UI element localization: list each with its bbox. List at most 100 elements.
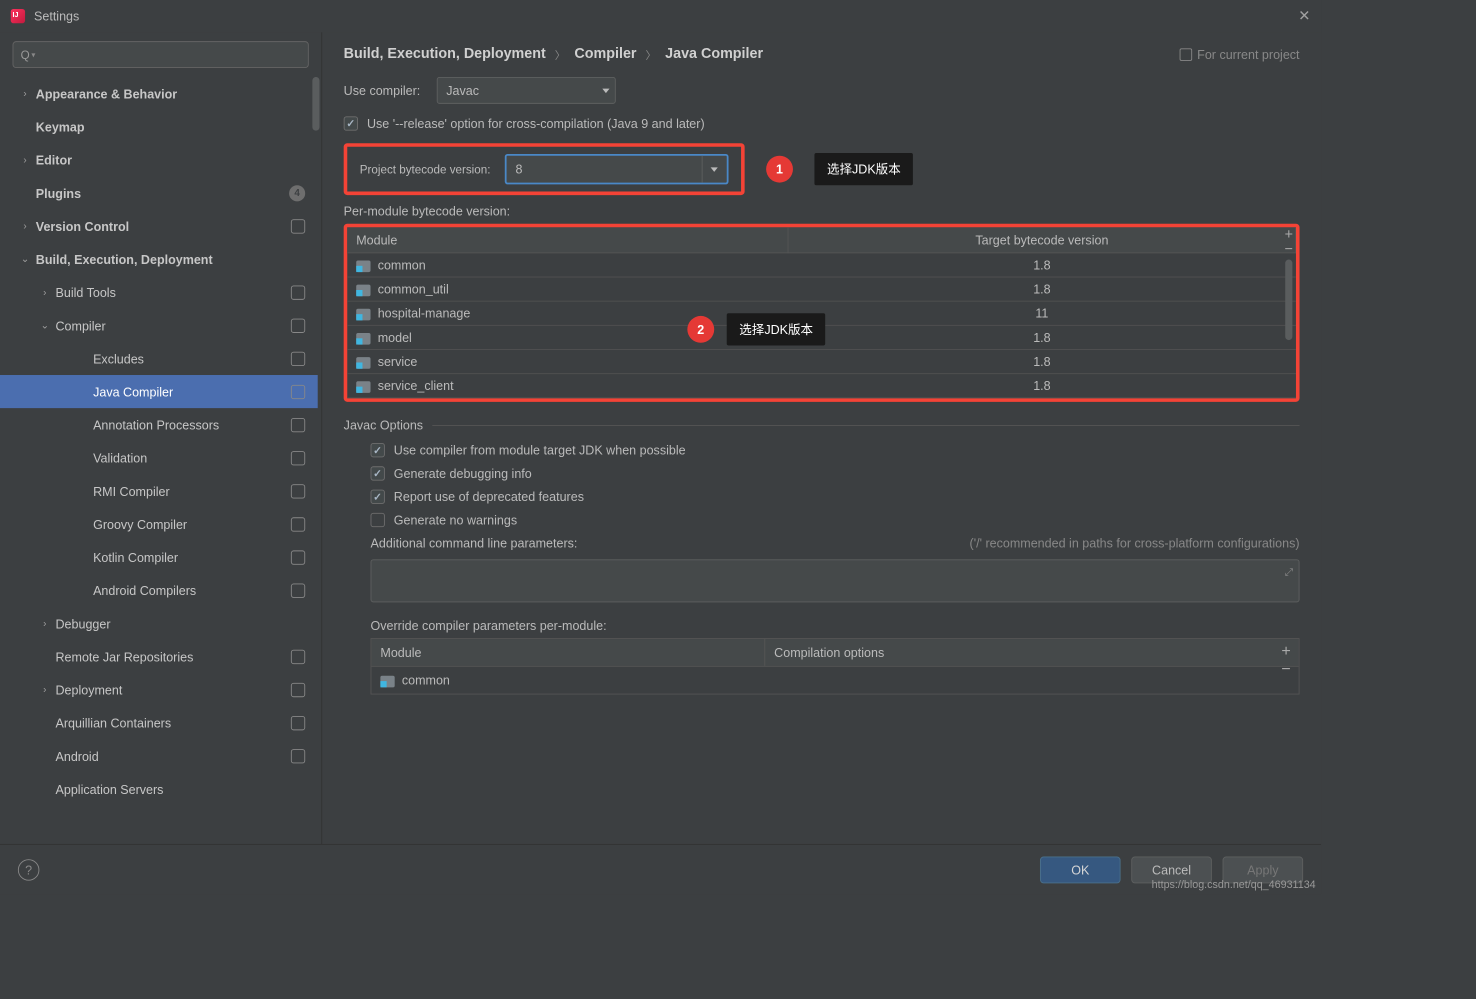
tree-item-java-compiler[interactable]: Java Compiler <box>0 375 318 408</box>
override-row-module[interactable]: common <box>371 667 458 694</box>
table-row[interactable]: service_client1.8 <box>347 374 1295 398</box>
table-row[interactable]: service1.8 <box>347 349 1295 373</box>
tree-item-excludes[interactable]: Excludes <box>0 342 318 375</box>
footer: ? OK Cancel Apply https://blog.csdn.net/… <box>0 844 1321 894</box>
tree-item-appearance-behavior[interactable]: ›Appearance & Behavior <box>0 77 318 110</box>
chevron-right-icon: › <box>18 154 32 165</box>
scope-icon <box>291 318 305 332</box>
chevron-down-icon: ⌄ <box>38 320 52 332</box>
chevron-down-icon: ▾ <box>31 50 35 60</box>
tree-item-groovy-compiler[interactable]: Groovy Compiler <box>0 507 318 540</box>
table-row[interactable]: common1.8 <box>347 253 1295 277</box>
module-cell[interactable]: service <box>347 349 788 373</box>
app-icon <box>11 9 25 23</box>
tree-item-label: Application Servers <box>55 782 163 796</box>
tree-item-label: Groovy Compiler <box>93 517 187 531</box>
params-input[interactable]: ⤢ <box>371 559 1300 602</box>
sidebar: Q▾ ›Appearance & BehaviorKeymap›EditorPl… <box>0 32 322 844</box>
settings-tree[interactable]: ›Appearance & BehaviorKeymap›EditorPlugi… <box>0 77 321 844</box>
folder-icon <box>356 333 370 345</box>
breadcrumb-item[interactable]: Build, Execution, Deployment <box>344 47 546 63</box>
close-icon[interactable]: ✕ <box>1298 7 1310 25</box>
checkbox-label: Use compiler from module target JDK when… <box>394 443 686 457</box>
tree-item-validation[interactable]: Validation <box>0 441 318 474</box>
tree-item-deployment[interactable]: ›Deployment <box>0 673 318 706</box>
scope-icon <box>291 682 305 696</box>
table-header-version[interactable]: Target bytecode version <box>788 227 1295 253</box>
tree-item-version-control[interactable]: ›Version Control <box>0 209 318 242</box>
chevron-right-icon: › <box>38 287 52 298</box>
tree-item-build-tools[interactable]: ›Build Tools <box>0 276 318 309</box>
scope-icon <box>291 649 305 663</box>
tree-item-arquillian-containers[interactable]: Arquillian Containers <box>0 706 318 739</box>
version-cell[interactable]: 1.8 <box>788 349 1295 373</box>
tree-item-compiler[interactable]: ⌄Compiler <box>0 309 318 342</box>
module-cell[interactable]: service_client <box>347 374 788 398</box>
project-bytecode-label: Project bytecode version: <box>360 162 491 175</box>
scope-icon <box>291 384 305 398</box>
override-header-options[interactable]: Compilation options <box>765 639 1298 666</box>
use-compiler-label: Use compiler: <box>344 83 421 97</box>
chevron-right-icon: › <box>18 221 32 232</box>
expand-icon[interactable]: ⤢ <box>1285 566 1294 579</box>
ok-button[interactable]: OK <box>1040 856 1121 883</box>
breadcrumb-item[interactable]: Compiler <box>574 47 636 63</box>
module-cell[interactable]: common <box>347 253 788 277</box>
per-module-label: Per-module bytecode version: <box>344 204 1300 218</box>
tree-item-label: Build Tools <box>55 285 115 299</box>
remove-button[interactable]: − <box>1280 243 1298 257</box>
version-cell[interactable]: 1.8 <box>788 253 1295 277</box>
scope-icon <box>291 351 305 365</box>
search-input[interactable]: Q▾ <box>13 41 309 68</box>
override-table[interactable]: Module Compilation options common + − <box>371 638 1300 694</box>
table-header-module[interactable]: Module <box>347 227 788 253</box>
tree-item-label: Excludes <box>93 351 144 365</box>
checkbox-label: Report use of deprecated features <box>394 490 584 504</box>
tree-item-label: Java Compiler <box>93 384 173 398</box>
tree-item-annotation-processors[interactable]: Annotation Processors <box>0 408 318 441</box>
version-cell[interactable]: 1.8 <box>788 374 1295 398</box>
checkbox[interactable] <box>371 513 385 527</box>
tree-item-kotlin-compiler[interactable]: Kotlin Compiler <box>0 541 318 574</box>
tree-item-keymap[interactable]: Keymap <box>0 110 318 143</box>
checkbox[interactable] <box>371 490 385 504</box>
tree-item-plugins[interactable]: Plugins4 <box>0 176 318 209</box>
use-compiler-select[interactable]: Javac <box>436 77 615 104</box>
tree-item-android[interactable]: Android <box>0 739 318 772</box>
annotation-badge-1: 1 <box>766 156 793 183</box>
chevron-right-icon: 〉 <box>645 47 656 62</box>
version-cell[interactable]: 11 <box>788 301 1295 325</box>
breadcrumb: Build, Execution, Deployment 〉 Compiler … <box>322 32 1321 77</box>
tree-item-debugger[interactable]: ›Debugger <box>0 607 318 640</box>
help-button[interactable]: ? <box>18 859 39 880</box>
tree-item-application-servers[interactable]: Application Servers <box>0 772 318 805</box>
release-option-checkbox[interactable] <box>344 116 358 130</box>
tree-item-build-execution-deployment[interactable]: ⌄Build, Execution, Deployment <box>0 243 318 276</box>
checkbox[interactable] <box>371 466 385 480</box>
chevron-down-icon <box>711 167 718 171</box>
module-cell[interactable]: common_util <box>347 277 788 301</box>
chevron-down-icon: ⌄ <box>18 253 32 265</box>
watermark: https://blog.csdn.net/qq_46931134 <box>1152 878 1316 891</box>
version-cell[interactable]: 1.8 <box>788 325 1295 349</box>
tree-item-label: Appearance & Behavior <box>36 86 177 100</box>
dropdown-button[interactable] <box>702 156 727 183</box>
project-bytecode-select[interactable]: 8 <box>505 154 729 184</box>
tree-item-editor[interactable]: ›Editor <box>0 143 318 176</box>
tree-item-rmi-compiler[interactable]: RMI Compiler <box>0 474 318 507</box>
scope-icon <box>291 418 305 432</box>
version-cell[interactable]: 1.8 <box>788 277 1295 301</box>
scrollbar[interactable] <box>1285 260 1292 341</box>
checkbox[interactable] <box>371 443 385 457</box>
table-row[interactable]: common_util1.8 <box>347 277 1295 301</box>
override-header-module[interactable]: Module <box>371 639 765 666</box>
folder-icon <box>356 260 370 272</box>
tree-item-label: Android Compilers <box>93 583 196 597</box>
remove-button[interactable]: − <box>1277 661 1295 679</box>
breadcrumb-item[interactable]: Java Compiler <box>665 47 763 63</box>
tree-item-android-compilers[interactable]: Android Compilers <box>0 574 318 607</box>
tree-item-remote-jar-repositories[interactable]: Remote Jar Repositories <box>0 640 318 673</box>
add-button[interactable]: + <box>1277 643 1295 661</box>
checkbox-label: Generate no warnings <box>394 513 517 527</box>
params-hint: ('/' recommended in paths for cross-plat… <box>970 536 1300 550</box>
